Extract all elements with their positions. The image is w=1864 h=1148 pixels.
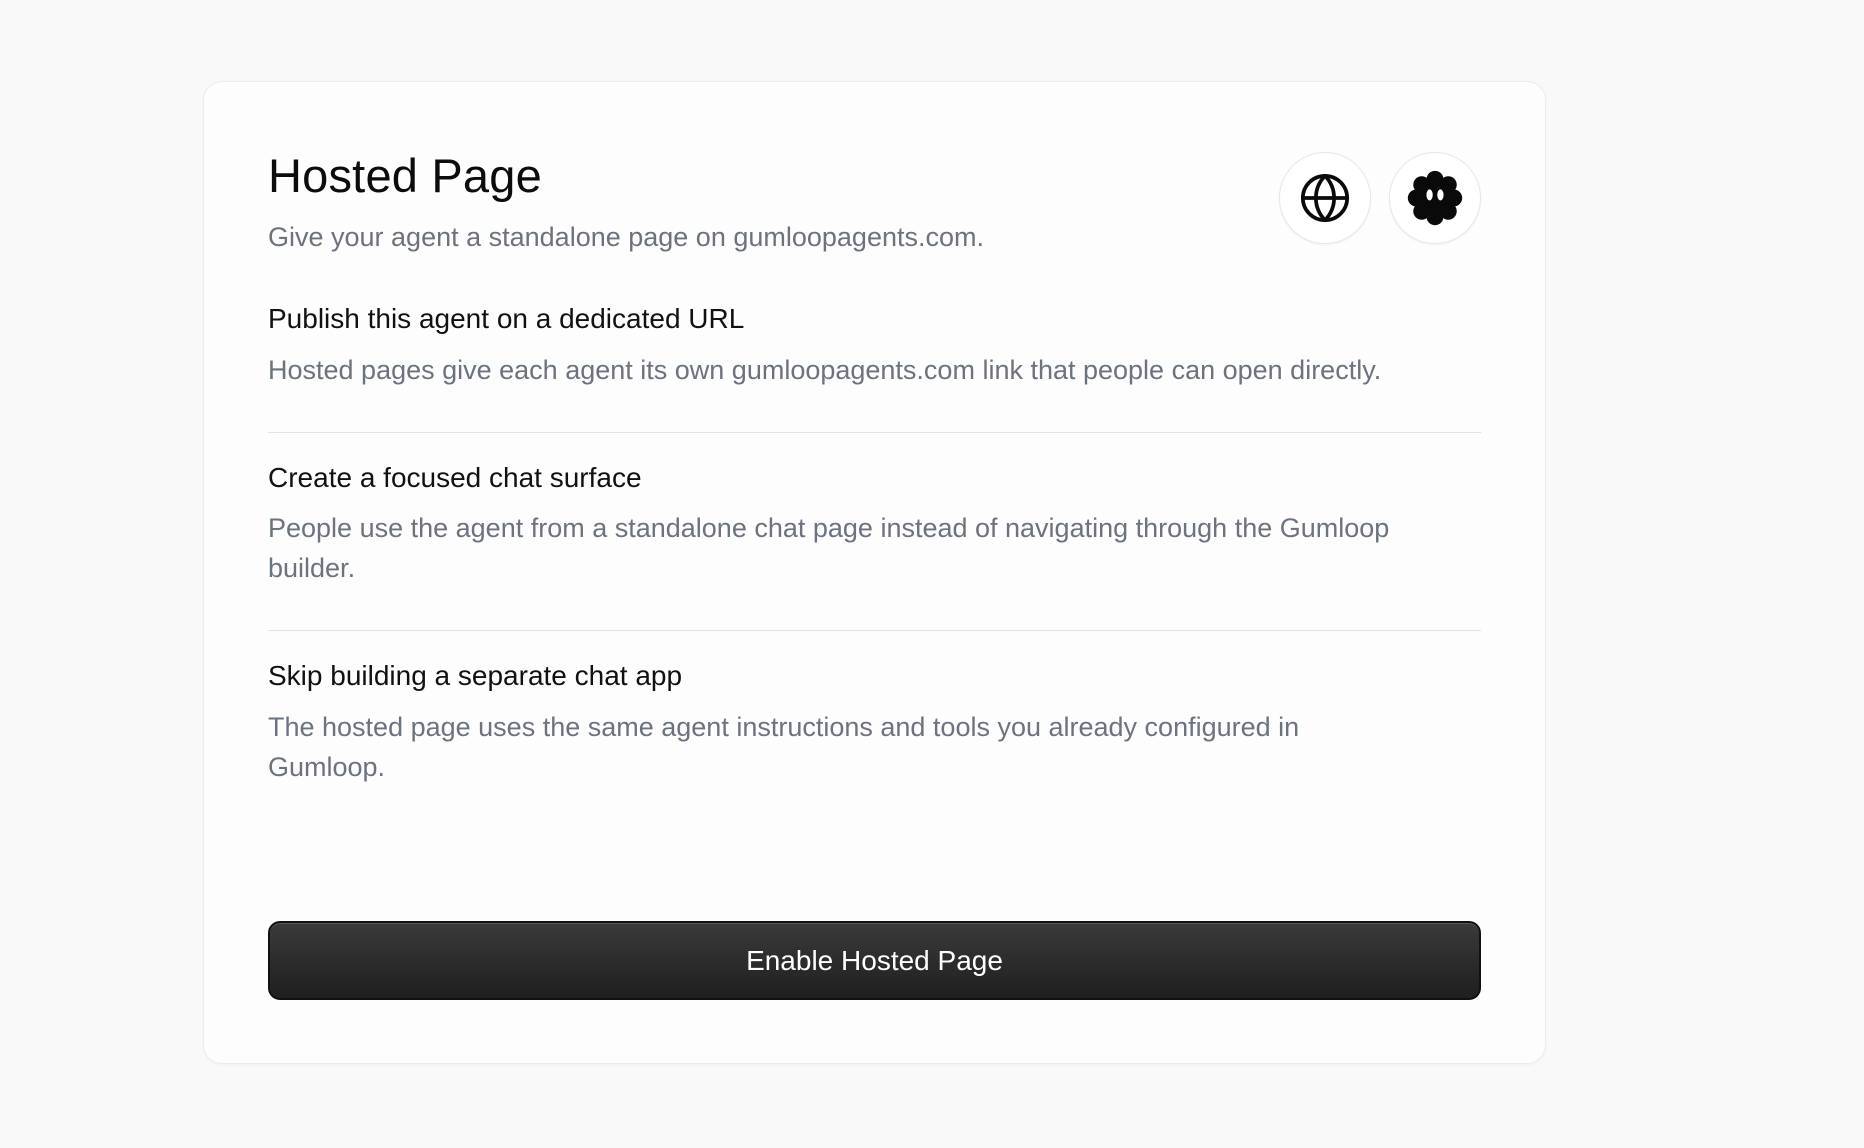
feature-section-skip-chat-app: Skip building a separate chat app The ho… — [268, 631, 1481, 829]
hosted-page-card: Hosted Page Give your agent a standalone… — [203, 81, 1546, 1064]
section-description: Hosted pages give each agent its own gum… — [268, 354, 1382, 385]
feature-section-chat-surface: Create a focused chat surface People use… — [268, 433, 1481, 632]
section-description: The hosted page uses the same agent inst… — [268, 711, 1300, 782]
globe-icon-button — [1279, 152, 1371, 244]
enable-hosted-page-button[interactable]: Enable Hosted Page — [268, 921, 1481, 1000]
section-title: Create a focused chat surface — [268, 461, 642, 493]
section-description: People use the agent from a standalone c… — [268, 513, 1390, 584]
globe-icon — [1300, 173, 1350, 223]
card-header: Hosted Page Give your agent a standalone… — [268, 152, 1481, 302]
agent-avatar-button — [1389, 152, 1481, 244]
section-title: Skip building a separate chat app — [268, 660, 683, 692]
icon-group — [1279, 152, 1481, 314]
feature-section-dedicated-url: Publish this agent on a dedicated URL Ho… — [268, 302, 1481, 433]
gumloop-agent-icon — [1407, 170, 1463, 226]
